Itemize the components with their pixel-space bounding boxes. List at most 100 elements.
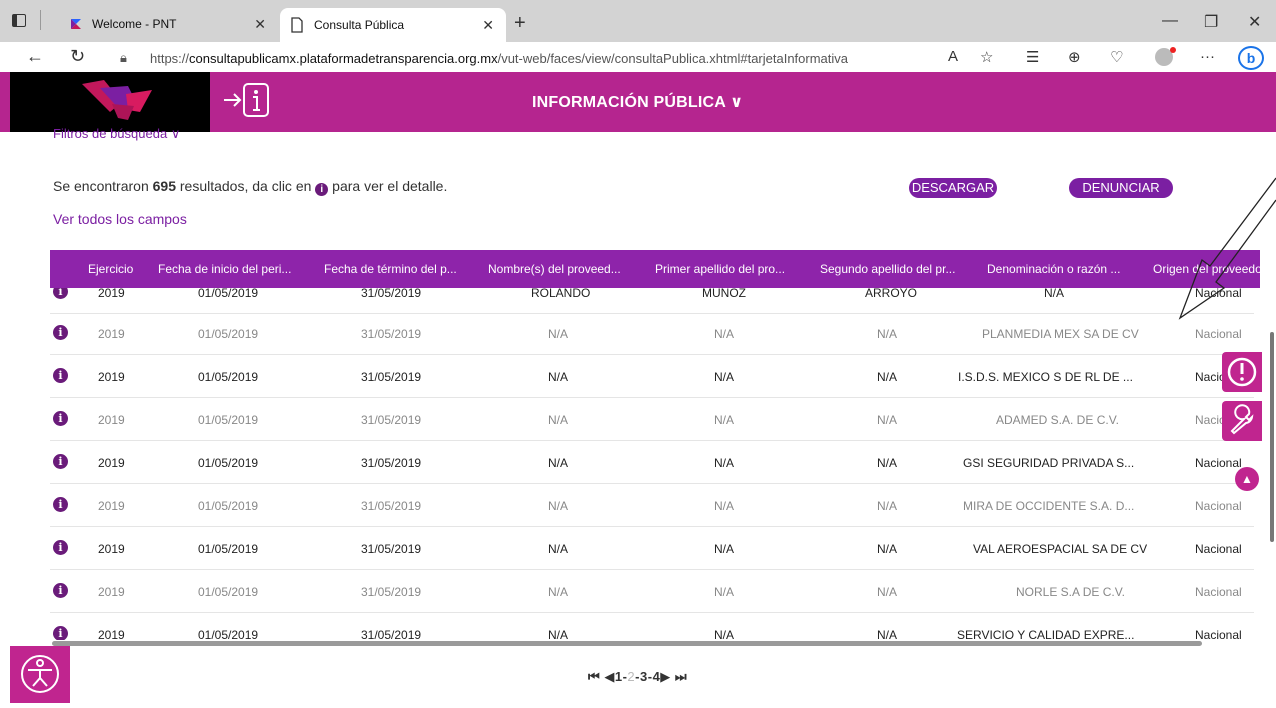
first-page-icon[interactable]: ⏮ <box>588 669 600 684</box>
search-filters-toggle[interactable]: Filtros de búsqueda ∨ <box>53 126 180 142</box>
column-header[interactable]: Denominación o razón ... <box>987 262 1120 276</box>
info-icon[interactable]: i <box>53 288 68 299</box>
cell: 01/05/2019 <box>198 288 259 300</box>
column-header[interactable]: Nombre(s) del proveed... <box>488 262 621 276</box>
accessibility-icon <box>21 655 59 693</box>
scroll-top-icon[interactable]: ▲ <box>1235 467 1259 491</box>
cell: 2019 <box>98 499 125 513</box>
results-middle: resultados, da clic en <box>175 178 316 194</box>
pnt-favicon-icon <box>68 16 84 32</box>
cell: 01/05/2019 <box>198 413 259 427</box>
info-icon[interactable]: i <box>53 626 68 640</box>
close-tab-icon[interactable]: ✕ <box>482 17 494 34</box>
info-publica-menu[interactable]: INFORMACIÓN PÚBLICA ∨ <box>532 92 743 112</box>
info-icon[interactable]: i <box>53 368 68 383</box>
column-header[interactable]: Segundo apellido del pr... <box>820 262 955 276</box>
cell: 2019 <box>98 628 125 640</box>
column-header[interactable]: Fecha de inicio del peri... <box>158 262 291 276</box>
browser-essentials-icon[interactable]: ♡ <box>1110 48 1123 66</box>
cell: 31/05/2019 <box>361 456 422 470</box>
accessibility-button[interactable] <box>10 646 70 703</box>
more-icon[interactable]: ··· <box>1200 48 1215 65</box>
read-aloud-icon[interactable]: A <box>948 48 958 65</box>
collections-icon[interactable]: ⊕ <box>1068 48 1081 66</box>
tab-actions-icon[interactable] <box>12 14 26 27</box>
profile-avatar[interactable] <box>1155 47 1176 66</box>
browser-tab-welcome[interactable]: Welcome - PNT ✕ <box>56 6 278 42</box>
browser-tab-bar: Welcome - PNT ✕ Consulta Pública ✕ + — ❐… <box>0 0 1276 42</box>
page-link[interactable]: 3 <box>640 669 648 684</box>
cell: 01/05/2019 <box>198 370 259 384</box>
url-host: consultapublicamx.plataformadetransparen… <box>189 50 498 66</box>
browser-tab-consulta[interactable]: Consulta Pública ✕ <box>280 8 506 42</box>
cell: ROLANDO <box>531 288 591 300</box>
table-row: i 2019 01/05/2019 31/05/2019 N/A N/A N/A… <box>50 398 1254 441</box>
site-logo[interactable] <box>10 72 210 132</box>
cell: N/A <box>1044 288 1065 300</box>
new-tab-icon[interactable]: + <box>514 12 526 35</box>
column-header[interactable]: Fecha de término del p... <box>324 262 457 276</box>
prev-page-icon[interactable]: ◀ <box>604 669 615 684</box>
horizontal-scrollbar[interactable] <box>52 641 1202 646</box>
cell: N/A <box>548 370 569 384</box>
back-icon[interactable]: ← <box>26 46 44 67</box>
info-icon[interactable]: i <box>53 540 68 555</box>
close-tab-icon[interactable]: ✕ <box>254 16 266 33</box>
logo-icon <box>82 80 152 120</box>
close-window-icon[interactable]: ✕ <box>1248 12 1261 32</box>
cell: 01/05/2019 <box>198 585 259 599</box>
info-icon[interactable]: i <box>53 325 68 340</box>
wrench-icon <box>1230 404 1254 435</box>
bing-icon[interactable]: b <box>1238 46 1264 70</box>
cell: VAL AEROESPACIAL SA DE CV <box>973 542 1148 556</box>
info-icon[interactable]: i <box>53 454 68 469</box>
cell: N/A <box>714 542 735 556</box>
cell: N/A <box>548 413 569 427</box>
table-header: Ejercicio Fecha de inicio del peri... Fe… <box>50 250 1266 288</box>
cell: N/A <box>548 456 569 470</box>
chevron-down-icon: ∨ <box>730 94 744 111</box>
tab-title: Consulta Pública <box>314 18 405 32</box>
download-button[interactable]: DESCARGAR <box>909 178 997 198</box>
lock-icon: 🔒︎ <box>120 50 127 65</box>
cell: MIRA DE OCCIDENTE S.A. D... <box>963 499 1135 513</box>
tools-button[interactable] <box>1222 401 1262 441</box>
cell: 2019 <box>98 370 125 384</box>
cell: 2019 <box>98 413 125 427</box>
vertical-scrollbar[interactable] <box>1270 332 1274 542</box>
view-all-fields-link[interactable]: Ver todos los campos <box>53 211 187 227</box>
next-page-icon[interactable]: ▶ <box>660 669 671 684</box>
favorite-add-icon[interactable]: ☆ <box>980 48 993 66</box>
table-body: i 2019 01/05/2019 31/05/2019 ROLANDO MUÑ… <box>50 288 1260 640</box>
cell: N/A <box>877 327 898 341</box>
cell: N/A <box>714 456 735 470</box>
annotation-arrow-icon <box>1178 177 1276 320</box>
refresh-icon[interactable]: ↻ <box>70 46 85 67</box>
last-page-icon[interactable]: ⏭ <box>675 669 687 684</box>
cell: N/A <box>877 456 898 470</box>
table-row: i 2019 01/05/2019 31/05/2019 N/A N/A N/A… <box>50 613 1254 640</box>
info-icon[interactable]: i <box>53 497 68 512</box>
results-summary: Se encontraron 695 resultados, da clic e… <box>53 178 447 196</box>
cell: N/A <box>714 628 735 640</box>
divider <box>40 10 41 30</box>
minimize-icon[interactable]: — <box>1162 12 1178 30</box>
favorites-icon[interactable]: ☰ <box>1026 48 1039 66</box>
column-header[interactable]: Ejercicio <box>88 262 133 276</box>
column-header[interactable]: Primer apellido del pro... <box>655 262 785 276</box>
alert-button[interactable] <box>1222 352 1262 392</box>
cell: 2019 <box>98 456 125 470</box>
page-link[interactable]: 1 <box>615 669 623 684</box>
cell: I.S.D.S. MEXICO S DE RL DE ... <box>958 370 1133 384</box>
info-icon[interactable]: i <box>53 411 68 426</box>
header-title: INFORMACIÓN PÚBLICA <box>532 94 726 111</box>
table-row: i 2019 01/05/2019 31/05/2019 N/A N/A N/A… <box>50 527 1254 570</box>
url-field[interactable]: 🔒︎ https://consultapublicamx.plataformad… <box>120 46 1000 70</box>
info-icon[interactable]: i <box>53 583 68 598</box>
chevron-down-icon: ∨ <box>170 126 181 141</box>
cell: Nacional <box>1195 542 1242 556</box>
login-icon[interactable] <box>222 82 272 118</box>
table-row: i 2019 01/05/2019 31/05/2019 ROLANDO MUÑ… <box>50 288 1254 314</box>
cell: N/A <box>548 585 569 599</box>
restore-icon[interactable]: ❐ <box>1204 12 1218 32</box>
